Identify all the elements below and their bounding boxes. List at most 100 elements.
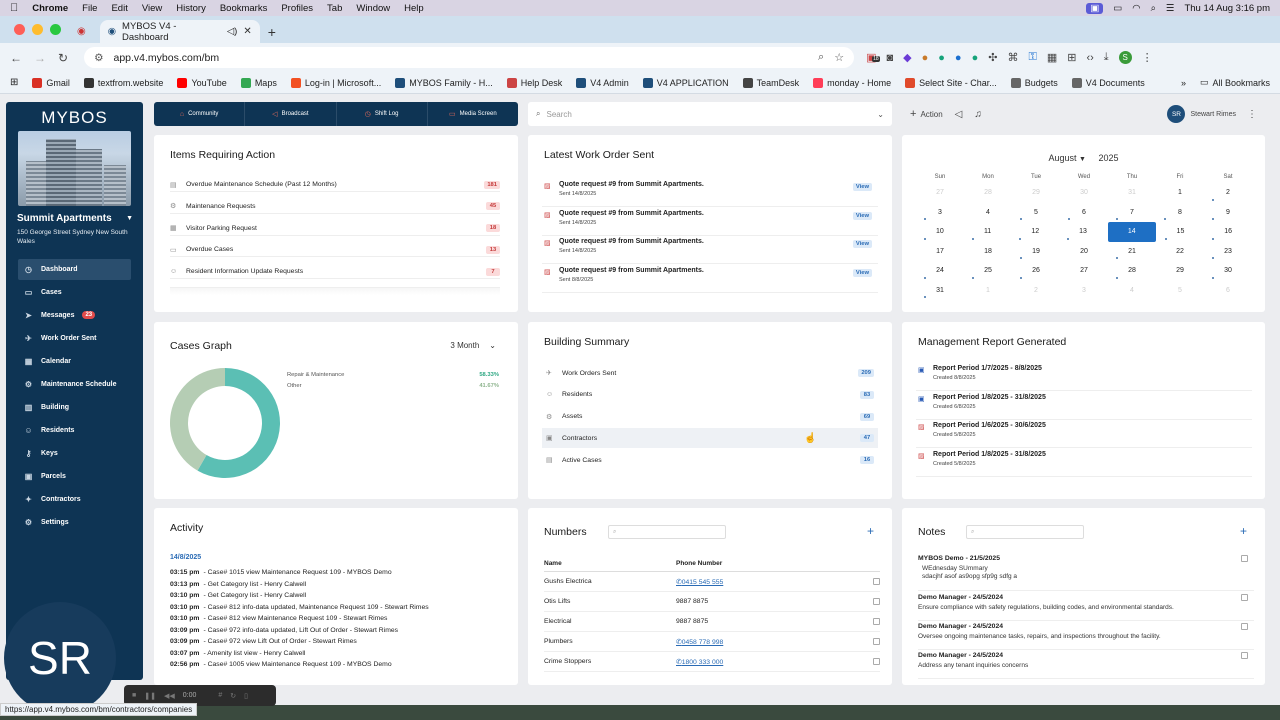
mybos-logo[interactable]: MYBOS — [6, 108, 143, 128]
summary-row-work-orders-sent[interactable]: ✈ Work Orders Sent 209 — [542, 363, 878, 383]
tab-shift-log[interactable]: ◷ Shift Log — [337, 102, 428, 126]
calendar-day[interactable]: 17 — [916, 242, 964, 262]
trash-icon[interactable]: ▯ — [244, 692, 248, 700]
row-checkbox[interactable] — [873, 658, 880, 665]
calendar-day[interactable]: 4 — [1108, 281, 1156, 301]
megaphone-icon[interactable]: ◁ — [955, 109, 963, 120]
password-icon[interactable]: ⚿ — [1028, 51, 1036, 64]
profile-avatar[interactable]: S — [1118, 51, 1132, 64]
bookmarks-overflow-icon[interactable]: » — [1181, 78, 1186, 88]
calendar-day[interactable]: 28 — [1108, 261, 1156, 281]
bookmark-item[interactable]: Help Desk — [506, 77, 562, 88]
extension-icon-2[interactable]: ◆ — [903, 51, 911, 64]
sidebar-item-messages[interactable]: ➤ Messages 23 — [18, 305, 131, 326]
sidebar-item-building[interactable]: ▥ Building — [18, 397, 131, 418]
calendar-day[interactable]: 2 — [1204, 183, 1252, 203]
bookmark-item[interactable]: V4 Admin — [576, 77, 629, 88]
tab-community[interactable]: ⌂ Community — [154, 102, 246, 126]
bookmark-item[interactable]: Maps — [240, 77, 277, 88]
summary-row-residents[interactable]: ☺ Residents 83 — [542, 385, 878, 405]
calendar-day[interactable]: 10 — [916, 222, 964, 242]
sidebar-item-dashboard[interactable]: ◷ Dashboard — [18, 258, 131, 280]
view-button[interactable]: View — [852, 211, 872, 220]
add-note-button[interactable]: + — [1240, 524, 1247, 538]
extension-icon-11[interactable]: ⊞ — [1067, 51, 1076, 64]
os-menu-item[interactable]: Bookmarks — [220, 3, 268, 14]
calendar-day[interactable]: 21 — [1108, 242, 1156, 262]
battery-icon[interactable]: ▭ — [1113, 3, 1122, 14]
grammarly-icon[interactable]: ● — [938, 52, 945, 64]
sidebar-item-keys[interactable]: ⚷ Keys — [18, 443, 131, 464]
calendar-day[interactable]: 22 — [1156, 242, 1204, 262]
report-row[interactable]: ▨ Report Period 1/6/2025 - 30/6/2025 Creat… — [916, 420, 1252, 449]
stop-icon[interactable]: ■ — [132, 692, 136, 699]
calendar-day[interactable]: 16 — [1204, 222, 1252, 242]
tab-broadcast[interactable]: ◁ Broadcast — [245, 102, 337, 126]
new-tab-button[interactable]: + — [268, 20, 276, 43]
spotlight-icon[interactable]: ⌕ — [1151, 3, 1156, 14]
note-checkbox[interactable] — [1241, 623, 1248, 630]
report-row[interactable]: ▨ Report Period 1/8/2025 - 31/8/2025 Creat… — [916, 449, 1252, 478]
bookmark-star-icon[interactable]: ☆ — [834, 51, 844, 64]
back-button[interactable]: ← — [10, 51, 22, 65]
tab-close-icon[interactable]: ✕ — [243, 26, 251, 37]
extension-icon-5[interactable]: ● — [955, 52, 962, 64]
calendar-day[interactable]: 18 — [964, 242, 1012, 262]
extension-icon-8[interactable]: ⌘ — [1007, 51, 1018, 64]
more-vertical-icon[interactable]: ⋮ — [1247, 109, 1257, 120]
os-menu-item[interactable]: Help — [404, 3, 424, 14]
user-menu[interactable]: SR Stewart Rimes ⋮ — [1167, 105, 1257, 123]
close-window-button[interactable] — [14, 24, 25, 35]
grid-icon[interactable]: # — [218, 692, 222, 699]
calendar-day[interactable]: 24 — [916, 261, 964, 281]
screen-record-icon[interactable]: ▣ — [1086, 2, 1104, 14]
os-menu-item[interactable]: Tab — [327, 3, 342, 14]
month-selector[interactable]: August ▼ — [1048, 153, 1085, 163]
extension-icon-10[interactable]: ▦ — [1047, 51, 1057, 64]
summary-row-active-cases[interactable]: ▤ Active Cases 16 — [542, 450, 878, 470]
extension-badge-icon[interactable]: ▣18 — [866, 51, 880, 64]
sidebar-item-calendar[interactable]: ▦ Calendar — [18, 351, 131, 372]
calendar-today[interactable]: 14 — [1107, 222, 1156, 242]
calendar-day[interactable]: 31 — [916, 281, 964, 301]
action-item-row[interactable]: ▭ Overdue Cases 13 — [170, 243, 500, 258]
wifi-icon[interactable]: ◠ — [1132, 3, 1140, 14]
bookmark-item[interactable]: textfrom.website — [83, 77, 163, 88]
download-icon[interactable]: ⤓ — [1104, 51, 1109, 64]
calendar-day[interactable]: 19 — [1012, 242, 1060, 262]
calendar-day[interactable]: 23 — [1204, 242, 1252, 262]
bookmark-item[interactable]: Log-in | Microsoft... — [290, 77, 381, 88]
calendar-day[interactable]: 6 — [1060, 203, 1108, 223]
restart-icon[interactable]: ↻ — [230, 692, 236, 700]
all-bookmarks[interactable]: ▭ All Bookmarks — [1200, 77, 1270, 88]
action-item-row[interactable]: ▤ Overdue Maintenance Schedule (Past 12 M… — [170, 178, 500, 192]
note-checkbox[interactable] — [1241, 594, 1248, 601]
calendar-day[interactable]: 30 — [1204, 261, 1252, 281]
menu-app-name[interactable]: Chrome — [32, 3, 68, 14]
bookmark-item[interactable]: Select Site - Char... — [905, 77, 997, 88]
tab-audio-icon[interactable]: ◁) — [227, 26, 237, 37]
calendar-day[interactable]: 4 — [964, 203, 1012, 223]
row-checkbox[interactable] — [873, 618, 880, 625]
calendar-day[interactable]: 27 — [916, 183, 964, 203]
control-center-icon[interactable]: ☰ — [1166, 3, 1175, 14]
calendar-day[interactable]: 1 — [1156, 183, 1204, 203]
calendar-day[interactable]: 26 — [1012, 261, 1060, 281]
calendar-day[interactable]: 31 — [1108, 183, 1156, 203]
number-phone[interactable]: ✆0415 545 555 — [676, 578, 866, 586]
calendar-day[interactable]: 8 — [1156, 203, 1204, 223]
calendar-day[interactable]: 25 — [964, 261, 1012, 281]
address-bar[interactable]: ⚙ app.v4.mybos.com/bm ⌕ ☆ — [84, 47, 855, 68]
sidebar-item-residents[interactable]: ☺ Residents — [18, 420, 131, 441]
row-checkbox[interactable] — [873, 578, 880, 585]
sidebar-item-work-order-sent[interactable]: ✈ Work Order Sent — [18, 328, 131, 349]
sidebar-item-maintenance-schedule[interactable]: ⚙ Maintenance Schedule — [18, 374, 131, 395]
calendar-day[interactable]: 28 — [964, 183, 1012, 203]
calendar-day[interactable]: 13 — [1059, 222, 1107, 242]
action-item-row[interactable]: ⚙ Maintenance Requests 45 — [170, 200, 500, 214]
maximize-window-button[interactable] — [50, 24, 61, 35]
menu-clock[interactable]: Thu 14 Aug 3:16 pm — [1184, 3, 1270, 14]
work-order-row[interactable]: ▨ Quote request #9 from Summit Apartments… — [542, 208, 878, 236]
notes-search-input[interactable]: ⌕ — [966, 525, 1084, 539]
chevron-down-icon[interactable]: ⌄ — [877, 110, 884, 119]
